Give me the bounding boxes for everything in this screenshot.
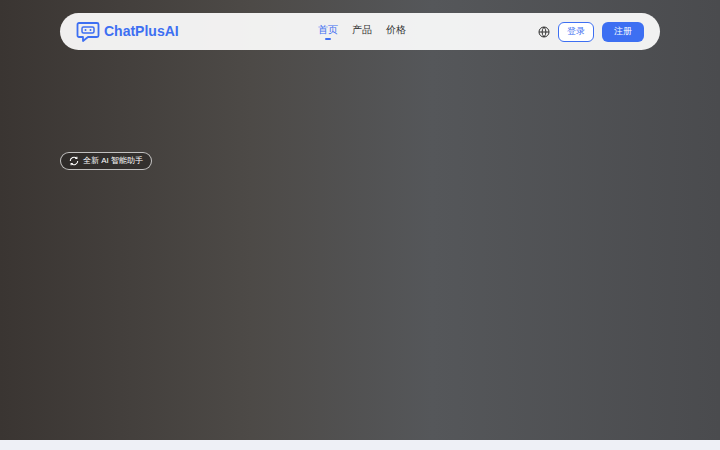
globe-icon[interactable]: [538, 26, 550, 38]
nav-item[interactable]: 价格: [386, 23, 406, 40]
logo-text: ChatPlusAI: [104, 21, 179, 42]
login-button[interactable]: 登录: [558, 22, 594, 42]
nav-menu: 首页产品价格: [318, 23, 406, 40]
hero: ChatPlusAI 首页产品价格 登录注册全新 AI 智能助手: [0, 0, 720, 440]
register-button[interactable]: 注册: [602, 22, 644, 42]
navbar: ChatPlusAI 首页产品价格 登录注册: [60, 13, 660, 50]
page: ChatPlusAI 首页产品价格 登录注册全新 AI 智能助手: [0, 0, 720, 450]
logo-icon: [76, 21, 100, 43]
nav-actions: 登录注册: [538, 22, 644, 42]
logo[interactable]: ChatPlusAI: [76, 21, 316, 43]
refresh-icon: [69, 156, 79, 166]
hero-badge: 全新 AI 智能助手: [60, 152, 152, 170]
nav-item[interactable]: 产品: [352, 23, 372, 40]
nav-item[interactable]: 首页: [318, 23, 338, 40]
